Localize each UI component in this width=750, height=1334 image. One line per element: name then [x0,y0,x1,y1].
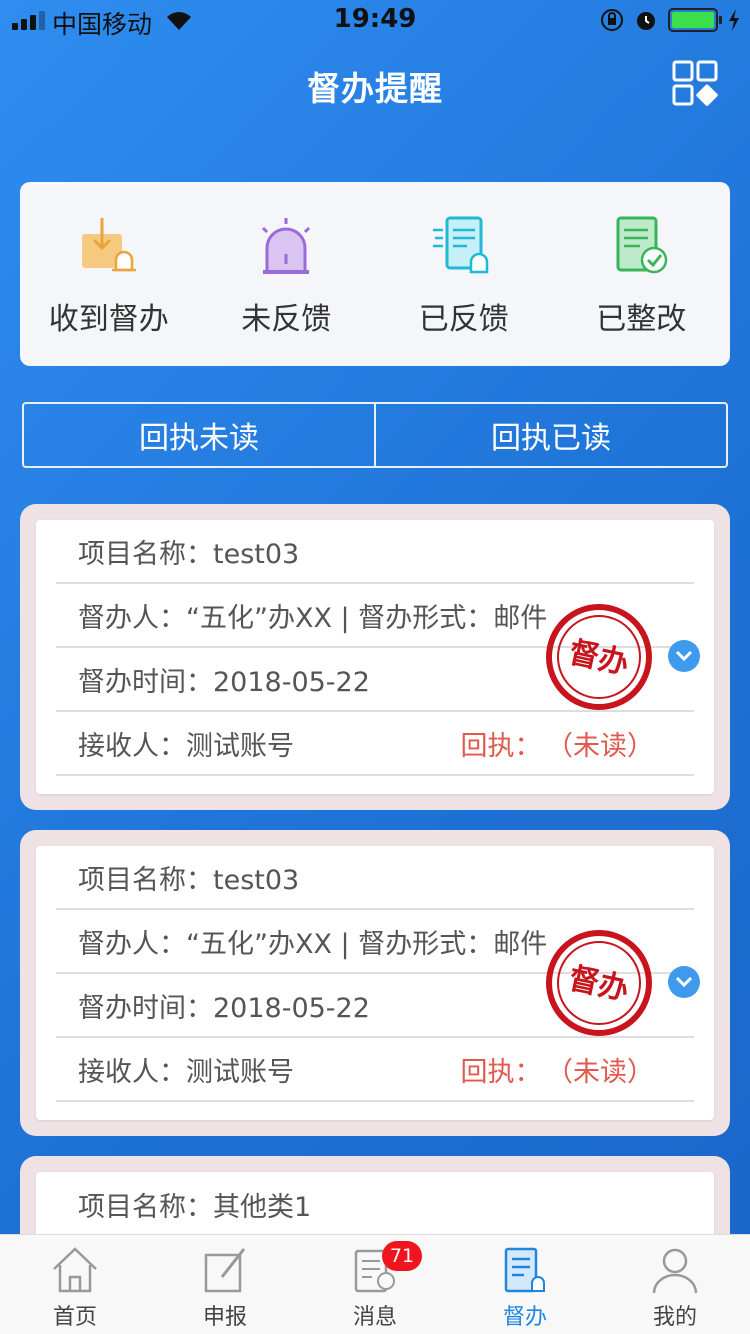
document-check-icon [616,216,668,274]
supervision-card[interactable]: 项目名称：test03 督办人：“五化”办XX | 督办形式：邮件 督办时间：2… [20,830,730,1136]
document-alarm-icon [432,216,488,274]
stat-rectified[interactable]: 已整改 [553,182,731,366]
siren-icon [262,218,311,274]
tab-label: 督办 [502,1305,547,1330]
chevron-down-icon [675,976,693,988]
supervise-stamp-icon: 督办 [546,604,652,710]
tab-receipt-unread[interactable]: 回执未读 [24,404,374,466]
project-name: 项目名称：其他类1 [78,1191,312,1223]
supervise-icon [504,1247,545,1293]
supervision-card[interactable]: 项目名称：test03 督办人：“五化”办XX | 督办形式：邮件 督办时间：2… [20,504,730,810]
stat-label: 未反馈 [241,302,332,337]
grid-menu-icon[interactable] [672,60,720,106]
tab-messages[interactable]: 消息 71 [300,1235,450,1334]
tab-label: 消息 [352,1305,397,1330]
tab-label: 我的 [652,1305,697,1330]
stamp-text: 督办 [566,635,632,682]
stat-received[interactable]: 收到督办 [20,182,198,366]
expand-button[interactable] [668,966,700,998]
project-name: 项目名称：test03 [56,846,694,910]
status-summary-panel: 收到督办 未反馈 已反馈 已整改 [20,182,730,366]
stamp-text: 督办 [566,961,632,1008]
edit-icon [204,1248,246,1293]
receiver: 接收人：测试账号 [78,1056,294,1088]
tab-home[interactable]: 首页 [0,1235,150,1334]
tab-label: 申报 [202,1305,247,1330]
unread-badge: 71 [382,1241,422,1271]
charging-icon [729,9,739,31]
user-icon [652,1248,698,1294]
stat-label: 已反馈 [418,302,509,337]
tab-label: 首页 [52,1305,97,1330]
alarm-icon [637,12,655,30]
tab-report[interactable]: 申报 [150,1235,300,1334]
receipt-status: （未读） [559,730,655,762]
stat-label: 收到督办 [48,302,169,337]
battery-icon [668,8,722,32]
rotation-lock-icon [601,9,623,31]
supervise-stamp-icon: 督办 [546,930,652,1036]
receipt-status: （未读） [559,1056,655,1088]
home-icon [53,1247,97,1293]
stat-feedback-given[interactable]: 已反馈 [375,182,553,366]
inbox-alarm-icon [81,218,136,272]
receiver: 接收人：测试账号 [78,730,294,762]
tab-receipt-read[interactable]: 回执已读 [374,404,726,466]
status-bar: 中国移动 19:49 [0,0,750,42]
page-title: 督办提醒 [307,69,443,108]
tab-supervise[interactable]: 督办 [450,1235,600,1334]
receipt-label: 回执： [460,1056,542,1088]
stat-no-feedback[interactable]: 未反馈 [198,182,376,366]
bottom-tab-bar: 首页 申报 消息 71 督办 我的 [0,1234,750,1334]
expand-button[interactable] [668,640,700,672]
stat-label: 已整改 [596,302,687,337]
receipt-label: 回执： [460,730,542,762]
chevron-down-icon [675,650,693,662]
tab-profile[interactable]: 我的 [600,1235,750,1334]
project-name: 项目名称：test03 [56,520,694,584]
receipt-segment-control: 回执未读 回执已读 [22,402,728,468]
